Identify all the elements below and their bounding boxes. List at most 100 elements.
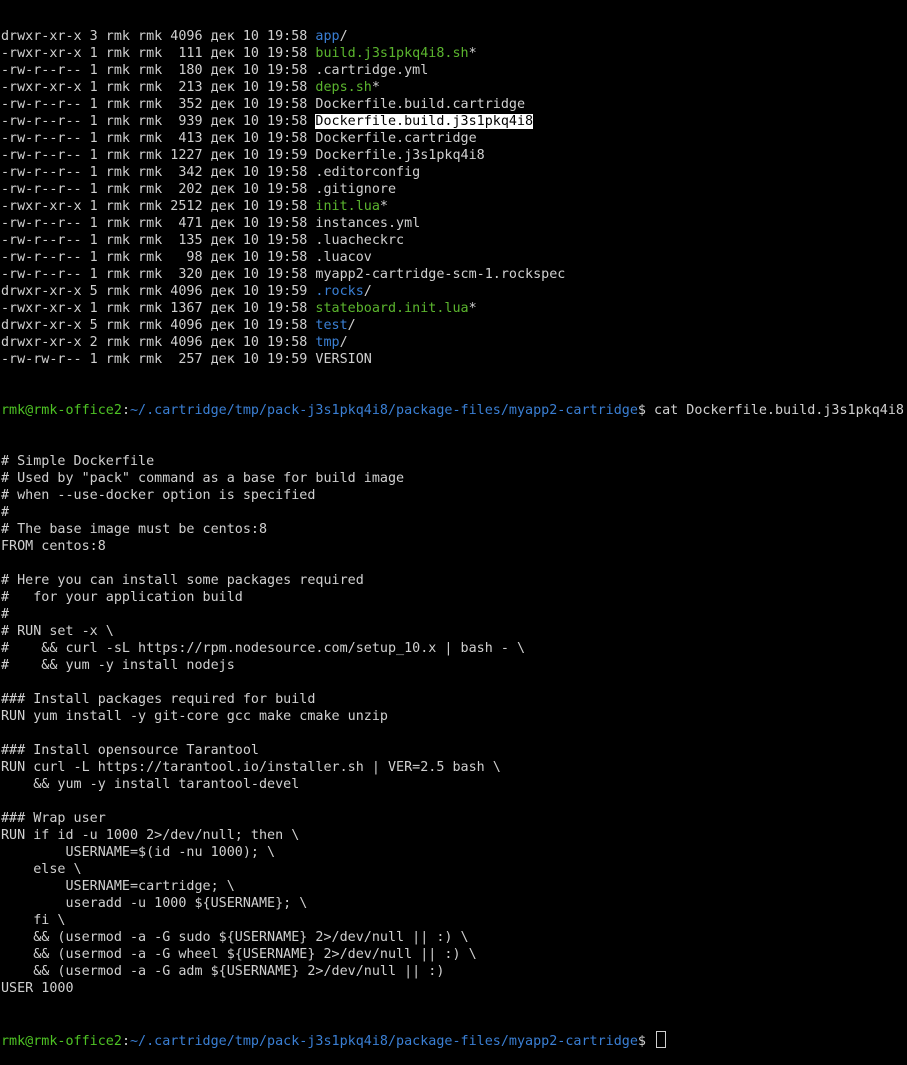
file-meta: -rwxr-xr-x 1 rmk rmk 213 дек 10 19:58 [1,80,316,95]
file-meta: -rw-r--r-- 1 rmk rmk 939 дек 10 19:58 [1,114,316,129]
typed-command: cat Dockerfile.build.j3s1pkq4i8 [654,403,904,418]
listing-row: -rw-r--r-- 1 rmk rmk 471 дек 10 19:58 in… [1,215,907,232]
file-line: # && curl -sL https://rpm.nodesource.com… [1,641,526,656]
file-line: # Simple Dockerfile [1,454,155,469]
file-meta: drwxr-xr-x 2 rmk rmk 4096 дек 10 19:58 [1,335,316,350]
file-meta: -rwxr-xr-x 1 rmk rmk 111 дек 10 19:58 [1,46,316,61]
listing-row: -rw-r--r-- 1 rmk rmk 939 дек 10 19:58 Do… [1,113,907,130]
file-name[interactable]: Dockerfile.j3s1pkq4i8 [315,148,484,163]
file-meta: drwxr-xr-x 5 rmk rmk 4096 дек 10 19:58 [1,318,316,333]
file-line: # when --use-docker option is specified [1,488,316,503]
file-meta: -rw-r--r-- 1 rmk rmk 413 дек 10 19:58 [1,131,316,146]
file-type-suffix: * [371,80,380,95]
file-name[interactable]: Dockerfile.build.j3s1pkq4i8 [315,114,534,129]
file-line: useradd -u 1000 ${USERNAME}; \ [1,896,308,911]
file-type-suffix: / [339,335,348,350]
prompt-colon: : [121,403,130,418]
file-type-suffix: * [468,301,477,316]
file-meta: -rw-rw-r-- 1 rmk rmk 257 дек 10 19:59 [1,352,316,367]
prompt-user-host: rmk@rmk-office2 [1,403,122,418]
file-name[interactable]: test [315,318,347,333]
file-line: FROM centos:8 [1,539,106,554]
file-type-suffix: / [363,284,372,299]
file-name[interactable]: deps.sh [315,80,371,95]
file-name[interactable]: .rocks [315,284,363,299]
listing-row: drwxr-xr-x 5 rmk rmk 4096 дек 10 19:59 .… [1,283,907,300]
final-prompt-colon: : [121,1034,130,1049]
listing-row: -rw-r--r-- 1 rmk rmk 202 дек 10 19:58 .g… [1,181,907,198]
file-name[interactable]: tmp [315,335,339,350]
listing-row: drwxr-xr-x 5 rmk rmk 4096 дек 10 19:58 t… [1,317,907,334]
file-line: # [1,505,10,520]
listing-row: drwxr-xr-x 3 rmk rmk 4096 дек 10 19:58 a… [1,28,907,45]
file-line: && (usermod -a -G sudo ${USERNAME} 2>/de… [1,930,469,945]
file-name[interactable]: .gitignore [315,182,396,197]
file-meta: -rw-r--r-- 1 rmk rmk 1227 дек 10 19:59 [1,148,316,163]
file-name[interactable]: stateboard.init.lua [315,301,468,316]
file-name[interactable]: .editorconfig [315,165,420,180]
file-type-suffix: * [468,46,477,61]
terminal-cursor[interactable] [656,1031,667,1048]
file-line: else \ [1,862,82,877]
listing-row: -rw-r--r-- 1 rmk rmk 320 дек 10 19:58 my… [1,266,907,283]
listing-row: -rwxr-xr-x 1 rmk rmk 1367 дек 10 19:58 s… [1,300,907,317]
file-line: RUN if id -u 1000 2>/dev/null; then \ [1,828,300,843]
file-name[interactable]: .luacheckrc [315,233,404,248]
file-meta: drwxr-xr-x 3 rmk rmk 4096 дек 10 19:58 [1,29,316,44]
file-line: # RUN set -x \ [1,624,114,639]
listing-row: -rw-r--r-- 1 rmk rmk 98 дек 10 19:58 .lu… [1,249,907,266]
final-prompt-line[interactable]: rmk@rmk-office2:~/.cartridge/tmp/pack-j3… [1,1031,907,1049]
file-meta: -rw-r--r-- 1 rmk rmk 352 дек 10 19:58 [1,97,316,112]
file-line [1,793,907,810]
listing-row: -rwxr-xr-x 1 rmk rmk 2512 дек 10 19:58 i… [1,198,907,215]
file-type-suffix: / [339,29,348,44]
file-line: USERNAME=$(id -nu 1000); \ [1,845,276,860]
file-name[interactable]: build.j3s1pkq4i8.sh [315,46,468,61]
listing-row: -rwxr-xr-x 1 rmk rmk 213 дек 10 19:58 de… [1,79,907,96]
file-name[interactable]: Dockerfile.build.cartridge [315,97,525,112]
file-line: # Used by "pack" command as a base for b… [1,471,405,486]
listing-row: -rw-r--r-- 1 rmk rmk 180 дек 10 19:58 .c… [1,62,907,79]
prompt-symbol: $ [637,403,655,418]
file-line: && yum -y install tarantool-devel [1,777,300,792]
file-line: # && yum -y install nodejs [1,658,235,673]
file-meta: -rw-r--r-- 1 rmk rmk 98 дек 10 19:58 [1,250,316,265]
listing-row: -rw-r--r-- 1 rmk rmk 413 дек 10 19:58 Do… [1,130,907,147]
file-name[interactable]: Dockerfile.cartridge [315,131,476,146]
file-line: # [1,607,10,622]
file-meta: -rw-r--r-- 1 rmk rmk 320 дек 10 19:58 [1,267,316,282]
file-line [1,674,907,691]
listing-row: drwxr-xr-x 2 rmk rmk 4096 дек 10 19:58 t… [1,334,907,351]
file-line: ### Install packages required for build [1,692,316,707]
file-type-suffix: * [379,199,388,214]
file-content: # Simple Dockerfile # Used by "pack" comm… [1,453,907,997]
listing-row: -rw-r--r-- 1 rmk rmk 1227 дек 10 19:59 D… [1,147,907,164]
file-name[interactable]: app [315,29,339,44]
listing-row: -rw-rw-r-- 1 rmk rmk 257 дек 10 19:59 VE… [1,351,907,368]
file-line [1,725,907,742]
file-line: && (usermod -a -G adm ${USERNAME} 2>/dev… [1,964,445,979]
final-prompt-path: ~/.cartridge/tmp/pack-j3s1pkq4i8/package… [130,1034,638,1049]
file-line: && (usermod -a -G wheel ${USERNAME} 2>/d… [1,947,477,962]
listing-row: -rw-r--r-- 1 rmk rmk 352 дек 10 19:58 Do… [1,96,907,113]
file-name[interactable]: myapp2-cartridge-scm-1.rockspec [315,267,565,282]
file-type-suffix: / [347,318,356,333]
file-line: USERNAME=cartridge; \ [1,879,235,894]
file-name[interactable]: instances.yml [315,216,420,231]
file-meta: -rw-r--r-- 1 rmk rmk 342 дек 10 19:58 [1,165,316,180]
file-line: RUN curl -L https://tarantool.io/install… [1,760,501,775]
command-prompt-line: rmk@rmk-office2:~/.cartridge/tmp/pack-j3… [1,402,907,419]
file-name[interactable]: VERSION [315,352,371,367]
final-prompt-symbol: $ [637,1034,655,1049]
file-line [1,555,907,572]
file-line: ### Install opensource Tarantool [1,743,259,758]
terminal-output: drwxr-xr-x 3 rmk rmk 4096 дек 10 19:58 a… [1,0,907,1065]
file-name[interactable]: .luacov [315,250,371,265]
file-name[interactable]: .cartridge.yml [315,63,428,78]
file-name[interactable]: init.lua [315,199,380,214]
file-line: # for your application build [1,590,243,605]
listing-row: -rwxr-xr-x 1 rmk rmk 111 дек 10 19:58 bu… [1,45,907,62]
file-line: # The base image must be centos:8 [1,522,268,537]
listing-row: -rw-r--r-- 1 rmk rmk 135 дек 10 19:58 .l… [1,232,907,249]
file-line: USER 1000 [1,981,74,996]
